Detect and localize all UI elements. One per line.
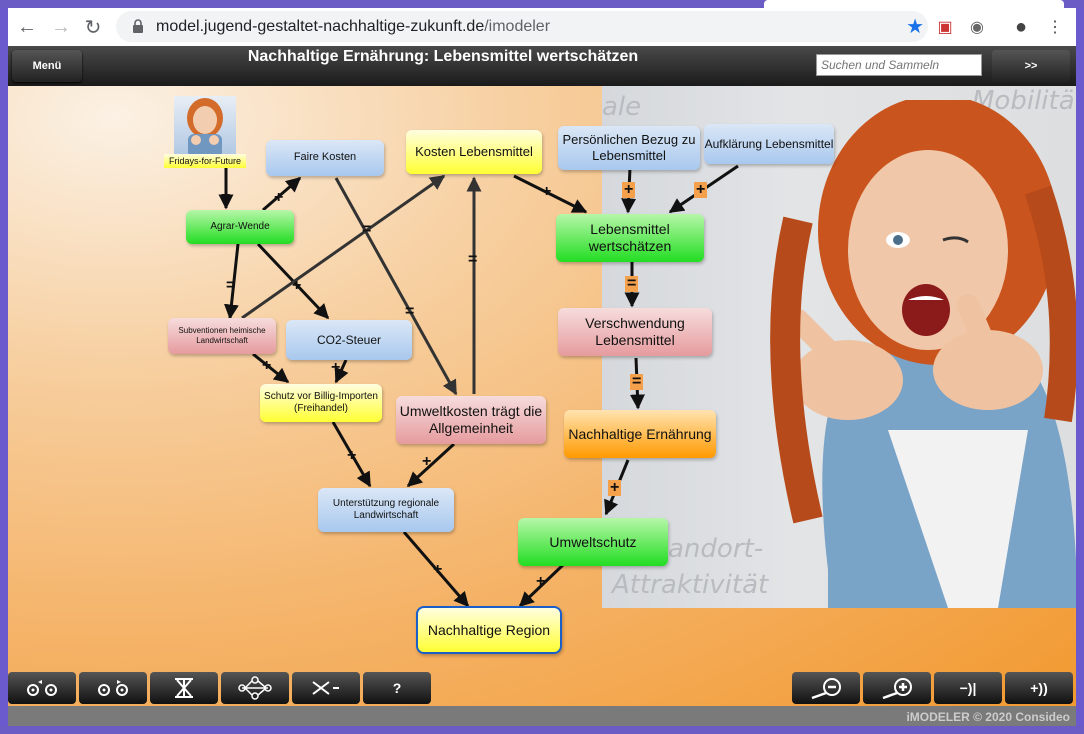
browser-toolbar: ← → ↻ model.jugend-gestaltet-nachhaltige… [8, 8, 1076, 46]
pdf-extension-icon[interactable]: ▣ [934, 16, 956, 38]
hierarchy-icon [175, 678, 193, 698]
node-lebensmittel-wertschaetzen[interactable]: Lebensmittel wertschätzen [556, 214, 704, 262]
expand-button[interactable]: +)) [1005, 672, 1073, 704]
nav-back-icon [27, 680, 57, 696]
node-schutz-billig-importe[interactable]: Schutz vor Billig-Importen (Freihandel) [260, 384, 382, 422]
network-view-button[interactable] [221, 672, 289, 704]
model-canvas[interactable]: ale Mobilität andort- Attraktivität + + … [8, 86, 1076, 706]
shrink-button[interactable]: −)| [934, 672, 1002, 704]
sign-plus: + [536, 573, 546, 590]
url-path: /imodeler [484, 18, 551, 35]
sign-minus: = [362, 221, 372, 238]
arrow-subv-kosten [241, 174, 446, 320]
active-tab[interactable] [764, 0, 1064, 8]
node-persoenlicher-bezug[interactable]: Persönlichen Bezug zu Lebensmittel [558, 126, 700, 170]
node-co2-steuer[interactable]: CO2-Steuer [286, 320, 412, 360]
node-subventionen[interactable]: Subventionen heimische Landwirtschaft [168, 318, 276, 354]
node-nachhaltige-ernaehrung[interactable]: Nachhaltige Ernährung [564, 410, 716, 458]
hierarchy-view-button[interactable] [150, 672, 218, 704]
copyright-text: iMODELER © 2020 Consideo [906, 710, 1070, 724]
remove-connection-button[interactable] [292, 672, 360, 704]
sign-minus: = [630, 373, 644, 390]
sign-plus: + [331, 359, 341, 376]
sign-plus: + [221, 187, 231, 204]
zoom-out-button[interactable] [792, 672, 860, 704]
footer: iMODELER © 2020 Consideo [8, 706, 1076, 726]
address-bar[interactable]: model.jugend-gestaltet-nachhaltige-zukun… [116, 11, 928, 42]
search-input[interactable] [816, 54, 982, 76]
sign-minus: = [468, 251, 478, 268]
browser-frame-bottom [0, 726, 1084, 734]
sign-plus: + [694, 181, 708, 198]
help-button[interactable]: ? [363, 672, 431, 704]
node-faire-kosten[interactable]: Faire Kosten [266, 140, 384, 176]
sign-plus: + [347, 447, 357, 464]
more-menu-icon[interactable]: ⋮ [1044, 16, 1066, 38]
extension-circle-icon[interactable]: ◉ [966, 16, 988, 38]
node-umweltschutz[interactable]: Umweltschutz [518, 518, 668, 566]
sign-plus: + [422, 453, 432, 470]
network-icon [238, 676, 272, 700]
url-text: model.jugend-gestaltet-nachhaltige-zukun… [156, 18, 550, 36]
sign-plus: + [292, 277, 302, 294]
lock-icon [133, 19, 143, 33]
node-verschwendung[interactable]: Verschwendung Lebensmittel [558, 308, 712, 356]
sign-minus: = [625, 275, 639, 292]
nav-forward-icon [98, 680, 128, 696]
next-node-button[interactable] [79, 672, 147, 704]
bookmark-star-icon[interactable]: ★ [906, 14, 924, 39]
next-button[interactable]: >> [992, 50, 1070, 82]
profile-avatar-icon[interactable]: ● [1010, 16, 1032, 38]
node-nachhaltige-region[interactable]: Nachhaltige Region [416, 606, 562, 654]
app-header: Menü Nachhaltige Ernährung: Lebensmittel… [8, 46, 1076, 86]
node-agrar-wende[interactable]: Agrar-Wende [186, 210, 294, 244]
girl-photo-icon [187, 98, 223, 158]
zoom-in-button[interactable] [863, 672, 931, 704]
fridays-photo[interactable] [174, 96, 236, 158]
sign-plus: + [274, 189, 284, 206]
sign-plus: + [608, 479, 622, 496]
url-host: model.jugend-gestaltet-nachhaltige-zukun… [156, 18, 485, 35]
forward-arrow-icon[interactable]: → [48, 14, 74, 40]
node-umweltkosten[interactable]: Umweltkosten trägt die Allgemeinheit [396, 396, 546, 444]
node-aufklaerung[interactable]: Aufklärung Lebensmittel [704, 124, 834, 164]
reload-icon[interactable]: ↻ [80, 14, 106, 40]
page-title: Nachhaltige Ernährung: Lebensmittel wert… [247, 48, 639, 65]
back-arrow-icon[interactable]: ← [14, 14, 40, 40]
sign-minus: = [405, 303, 415, 320]
node-kosten-lebensmittel[interactable]: Kosten Lebensmittel [406, 130, 542, 174]
bottom-toolbar: ? −)| +)) [8, 672, 1076, 706]
sign-minus: = [226, 277, 236, 294]
sign-plus: + [262, 357, 272, 374]
sign-plus: + [433, 561, 443, 578]
sign-plus: + [542, 183, 552, 200]
zoom-in-icon [882, 678, 912, 700]
disconnect-icon [312, 681, 339, 695]
previous-node-button[interactable] [8, 672, 76, 704]
zoom-out-icon [811, 678, 841, 700]
sign-plus: + [622, 181, 636, 198]
node-fridays-for-future[interactable]: Fridays-for-Future [164, 154, 246, 168]
node-unterstuetzung-landwirtschaft[interactable]: Unterstützung regionale Landwirtschaft [318, 488, 454, 532]
